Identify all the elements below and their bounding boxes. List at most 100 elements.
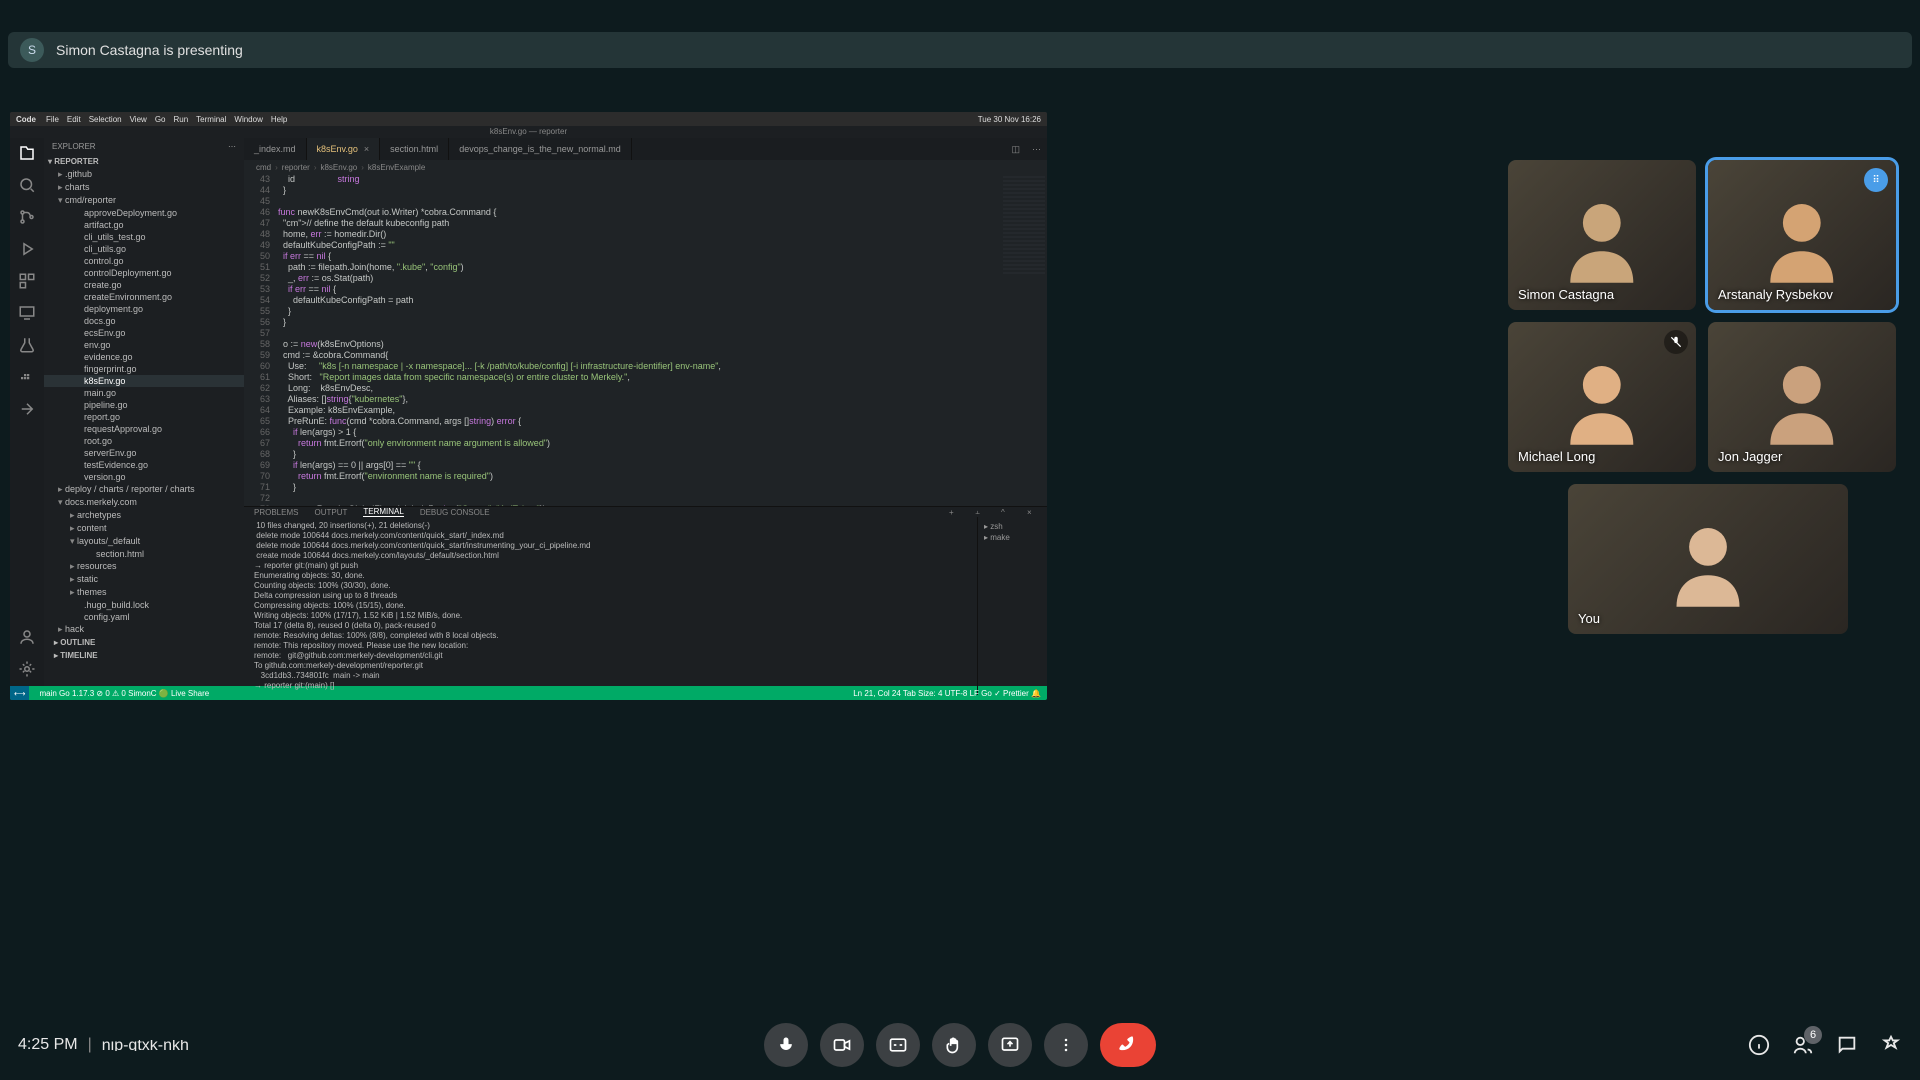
- new-terminal-icon[interactable]: +: [949, 508, 959, 517]
- breadcrumb-item[interactable]: cmd: [256, 163, 271, 172]
- tree-item[interactable]: control.go: [44, 255, 244, 267]
- tree-item[interactable]: config.yaml: [44, 611, 244, 623]
- status-item[interactable]: UTF-8: [945, 689, 968, 698]
- breadcrumb-item[interactable]: k8sEnv.go: [320, 163, 357, 172]
- timeline-section[interactable]: TIMELINE: [44, 649, 244, 662]
- tree-item[interactable]: themes: [44, 586, 244, 599]
- present-button[interactable]: [988, 1023, 1032, 1067]
- tree-item[interactable]: evidence.go: [44, 351, 244, 363]
- tree-item[interactable]: env.go: [44, 339, 244, 351]
- tree-item[interactable]: version.go: [44, 471, 244, 483]
- close-panel-icon[interactable]: ×: [1027, 508, 1037, 517]
- status-item[interactable]: Go 1.17.3: [59, 689, 94, 698]
- tree-item[interactable]: docs.merkely.com: [44, 496, 244, 509]
- panel-tab[interactable]: PROBLEMS: [254, 508, 298, 517]
- tree-item[interactable]: fingerprint.go: [44, 363, 244, 375]
- status-item[interactable]: LF: [970, 689, 979, 698]
- editor-tab[interactable]: _index.md: [244, 138, 307, 160]
- tree-item[interactable]: requestApproval.go: [44, 423, 244, 435]
- explorer-root[interactable]: REPORTER: [44, 155, 244, 168]
- tree-item[interactable]: .github: [44, 168, 244, 181]
- panel-tab[interactable]: OUTPUT: [314, 508, 347, 517]
- chat-button[interactable]: [1836, 1034, 1858, 1056]
- menu-item[interactable]: Terminal: [196, 115, 226, 124]
- menu-item[interactable]: Window: [234, 115, 262, 124]
- tree-item[interactable]: charts: [44, 181, 244, 194]
- gear-icon[interactable]: [18, 660, 36, 678]
- tree-item[interactable]: serverEnv.go: [44, 447, 244, 459]
- menu-item[interactable]: Run: [173, 115, 188, 124]
- explorer-more-icon[interactable]: ⋯: [228, 142, 236, 151]
- remote-indicator[interactable]: ⟷: [10, 686, 29, 700]
- tree-item[interactable]: root.go: [44, 435, 244, 447]
- extensions-icon[interactable]: [18, 272, 36, 290]
- panel-tab[interactable]: TERMINAL: [363, 507, 403, 517]
- editor-tab[interactable]: k8sEnv.go×: [307, 138, 381, 160]
- tree-item[interactable]: cli_utils.go: [44, 243, 244, 255]
- mic-button[interactable]: [764, 1023, 808, 1067]
- remote-icon[interactable]: [18, 304, 36, 322]
- source-control-icon[interactable]: [18, 208, 36, 226]
- menu-item[interactable]: Selection: [89, 115, 122, 124]
- liveshare-icon[interactable]: [18, 400, 36, 418]
- tree-item[interactable]: content: [44, 522, 244, 535]
- menu-item[interactable]: File: [46, 115, 59, 124]
- tree-item[interactable]: controlDeployment.go: [44, 267, 244, 279]
- split-terminal-icon[interactable]: ⫠: [975, 507, 985, 517]
- tree-item[interactable]: approveDeployment.go: [44, 207, 244, 219]
- tree-item[interactable]: ecsEnv.go: [44, 327, 244, 339]
- tree-item[interactable]: pipeline.go: [44, 399, 244, 411]
- camera-button[interactable]: [820, 1023, 864, 1067]
- tree-item[interactable]: layouts/_default: [44, 535, 244, 548]
- captions-button[interactable]: [876, 1023, 920, 1067]
- editor-tab[interactable]: devops_change_is_the_new_normal.md: [449, 138, 632, 160]
- breadcrumbs[interactable]: cmd › reporter › k8sEnv.go › k8sEnvExamp…: [244, 160, 1047, 174]
- participant-tile[interactable]: Jon Jagger: [1708, 322, 1896, 472]
- status-item[interactable]: Ln 21, Col 24: [853, 689, 901, 698]
- end-call-button[interactable]: [1100, 1023, 1156, 1067]
- outline-section[interactable]: OUTLINE: [44, 636, 244, 649]
- raise-hand-button[interactable]: [932, 1023, 976, 1067]
- menu-item[interactable]: Go: [155, 115, 166, 124]
- panel-tab[interactable]: DEBUG CONSOLE: [420, 508, 490, 517]
- status-item[interactable]: Tab Size: 4: [903, 689, 943, 698]
- terminal-list[interactable]: ▸ zsh▸ make: [977, 517, 1047, 695]
- test-icon[interactable]: [18, 336, 36, 354]
- breadcrumb-item[interactable]: reporter: [282, 163, 310, 172]
- accounts-icon[interactable]: [18, 628, 36, 646]
- editor-more-icon[interactable]: ⋯: [1026, 144, 1047, 155]
- tree-item[interactable]: .hugo_build.lock: [44, 599, 244, 611]
- terminal-shell[interactable]: ▸ make: [982, 532, 1043, 543]
- tree-item[interactable]: deployment.go: [44, 303, 244, 315]
- terminal-shell[interactable]: ▸ zsh: [982, 521, 1043, 532]
- explorer-icon[interactable]: [18, 144, 36, 162]
- participant-tile[interactable]: Michael Long: [1508, 322, 1696, 472]
- participant-tile[interactable]: Simon Castagna: [1508, 160, 1696, 310]
- docker-icon[interactable]: [18, 368, 36, 386]
- tree-item[interactable]: docs.go: [44, 315, 244, 327]
- tree-item[interactable]: cmd/reporter: [44, 194, 244, 207]
- terminal-output[interactable]: 10 files changed, 20 insertions(+), 21 d…: [244, 517, 977, 695]
- status-item[interactable]: Live Share: [171, 689, 209, 698]
- tree-item[interactable]: cli_utils_test.go: [44, 231, 244, 243]
- tree-item[interactable]: section.html: [44, 548, 244, 560]
- status-item[interactable]: ⊘ 0 ⚠ 0: [96, 689, 125, 698]
- status-item[interactable]: ✓ Prettier: [994, 689, 1029, 698]
- tree-item[interactable]: static: [44, 573, 244, 586]
- editor-tab[interactable]: section.html: [380, 138, 449, 160]
- maximize-panel-icon[interactable]: ^: [1001, 508, 1011, 517]
- close-tab-icon[interactable]: ×: [364, 144, 369, 154]
- breadcrumb-item[interactable]: k8sEnvExample: [368, 163, 425, 172]
- info-button[interactable]: [1748, 1034, 1770, 1056]
- tree-item[interactable]: artifact.go: [44, 219, 244, 231]
- menu-item[interactable]: Help: [271, 115, 287, 124]
- menu-item[interactable]: Edit: [67, 115, 81, 124]
- participant-tile[interactable]: ⠿ Arstanaly Rysbekov: [1708, 160, 1896, 310]
- status-item[interactable]: 🔔: [1031, 689, 1041, 698]
- tree-item[interactable]: deploy / charts / reporter / charts: [44, 483, 244, 496]
- status-item[interactable]: Go: [981, 689, 992, 698]
- tree-item[interactable]: k8sEnv.go: [44, 375, 244, 387]
- tree-item[interactable]: testEvidence.go: [44, 459, 244, 471]
- people-button[interactable]: 6: [1792, 1034, 1814, 1056]
- tree-item[interactable]: report.go: [44, 411, 244, 423]
